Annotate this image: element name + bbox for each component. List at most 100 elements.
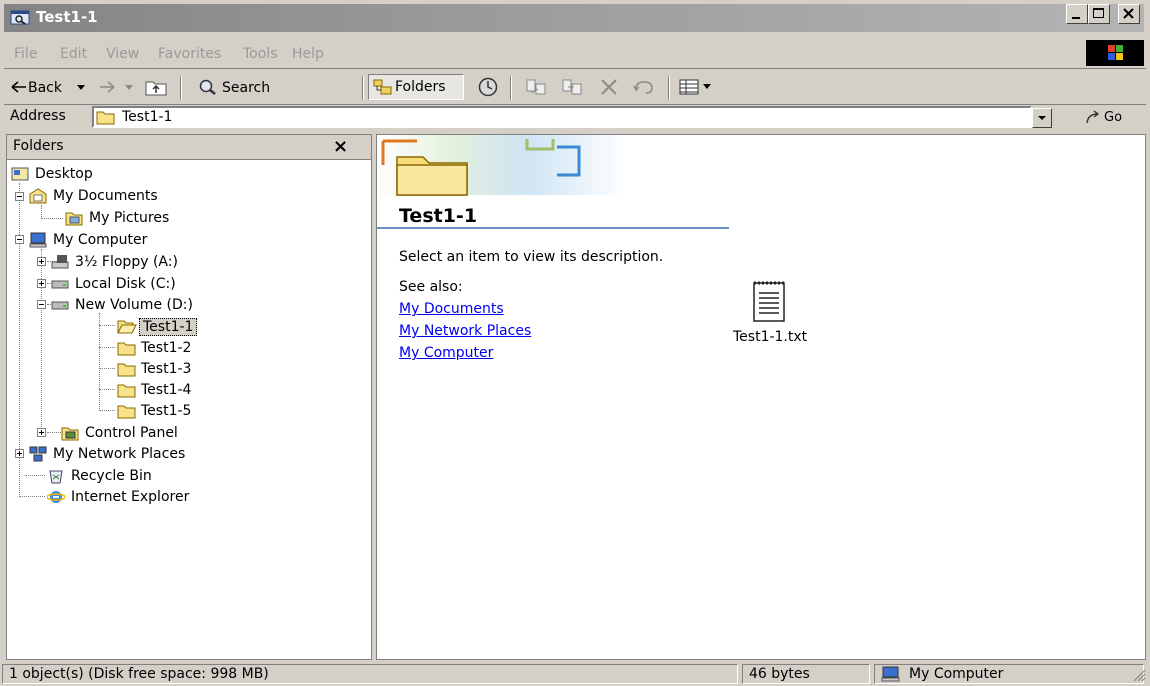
move-to-icon[interactable] xyxy=(524,77,548,101)
collapse-new-volume-icon[interactable] xyxy=(37,300,46,309)
tree-label-my-pictures: My Pictures xyxy=(89,210,170,226)
status-bar: 1 object(s) (Disk free space: 998 MB) 46… xyxy=(0,662,1150,684)
go-button[interactable]: Go xyxy=(1080,106,1140,130)
control-panel-icon xyxy=(61,425,79,441)
maximize-button[interactable] xyxy=(1088,4,1110,24)
resize-grip-icon[interactable] xyxy=(1132,668,1146,686)
close-button[interactable] xyxy=(1118,4,1140,24)
history-icon[interactable] xyxy=(476,76,500,102)
search-button[interactable]: Search xyxy=(190,72,346,102)
tree-label-my-documents: My Documents xyxy=(53,188,158,204)
expand-control-panel-icon[interactable] xyxy=(37,428,46,437)
my-documents-icon xyxy=(29,188,47,204)
tree-label-test1-3: Test1-3 xyxy=(141,361,192,377)
tree-label-local-disk-c: Local Disk (C:) xyxy=(75,276,176,292)
internet-explorer-icon xyxy=(46,489,66,505)
minimize-button[interactable] xyxy=(1066,4,1088,24)
status-objects: 1 object(s) (Disk free space: 998 MB) xyxy=(2,664,738,684)
hard-disk-icon xyxy=(51,276,69,292)
floppy-drive-icon xyxy=(51,254,69,270)
folders-pane-close-button[interactable]: × xyxy=(333,136,348,157)
folder-title-heading: Test1-1 xyxy=(399,205,478,227)
tree-label-floppy-a: 3½ Floppy (A:) xyxy=(75,254,178,270)
tree-label-test1-1: Test1-1 xyxy=(139,318,198,336)
collapse-my-documents-icon[interactable] xyxy=(15,192,24,201)
address-value: Test1-1 xyxy=(122,109,173,125)
folder-banner-graphic xyxy=(377,135,737,199)
window-title: Test1-1 xyxy=(36,8,98,26)
tree-label-test1-2: Test1-2 xyxy=(141,340,192,356)
back-label: Back xyxy=(28,80,62,96)
hard-disk-icon xyxy=(51,297,69,313)
file-name-label: Test1-1.txt xyxy=(733,329,808,345)
title-bar-caption[interactable]: Test1-1 xyxy=(4,4,1144,32)
standard-toolbar: Back Search Folders xyxy=(4,72,1146,105)
folders-button[interactable]: Folders xyxy=(368,74,464,100)
folder-icon xyxy=(117,361,136,377)
up-folder-button[interactable] xyxy=(144,77,168,101)
status-zone-label: My Computer xyxy=(909,666,1004,682)
tree-label-control-panel: Control Panel xyxy=(85,425,178,441)
menu-file[interactable]: File xyxy=(14,46,37,62)
recycle-bin-icon xyxy=(47,468,65,484)
content-pane[interactable]: Test1-1 Select an item to view its descr… xyxy=(376,134,1146,660)
folder-icon xyxy=(117,340,136,356)
back-button[interactable]: Back xyxy=(6,72,138,102)
tree-label-internet-explorer: Internet Explorer xyxy=(71,489,190,505)
folders-label: Folders xyxy=(395,79,446,95)
folders-pane-header: Folders × xyxy=(7,135,371,160)
views-dropdown-icon[interactable] xyxy=(702,81,712,97)
expand-network-places-icon[interactable] xyxy=(15,449,24,458)
folders-pane[interactable]: Folders × Desktop My Documents My Pictur… xyxy=(6,134,372,660)
my-computer-icon xyxy=(29,232,47,248)
address-input[interactable]: Test1-1 xyxy=(92,106,1032,128)
tree-label-test1-5: Test1-5 xyxy=(141,403,192,419)
status-size: 46 bytes xyxy=(742,664,870,684)
menu-bar: File Edit View Favorites Tools Help xyxy=(4,40,1146,69)
network-places-icon xyxy=(29,446,47,462)
description-text: Select an item to view its description. xyxy=(399,249,664,265)
menu-tools[interactable]: Tools xyxy=(243,46,278,62)
link-my-computer[interactable]: My Computer xyxy=(399,345,493,361)
tree-label-my-network-places: My Network Places xyxy=(53,446,186,462)
text-file-icon xyxy=(751,279,789,327)
address-dropdown-button[interactable] xyxy=(1032,108,1052,128)
link-my-network-places[interactable]: My Network Places xyxy=(399,323,531,339)
menu-favorites[interactable]: Favorites xyxy=(158,46,221,62)
tree-label-new-volume-d: New Volume (D:) xyxy=(75,297,193,313)
menu-help[interactable]: Help xyxy=(292,46,324,62)
forward-arrow-icon[interactable] xyxy=(98,79,116,99)
folders-pane-title: Folders xyxy=(13,138,64,154)
go-label: Go xyxy=(1104,110,1123,125)
forward-dropdown-icon[interactable] xyxy=(124,80,134,98)
title-bar[interactable]: Test1-1 xyxy=(0,0,1150,36)
search-icon xyxy=(198,78,218,100)
my-pictures-icon xyxy=(65,210,83,226)
link-my-documents[interactable]: My Documents xyxy=(399,301,504,317)
open-folder-icon xyxy=(117,318,137,334)
back-dropdown-icon[interactable] xyxy=(76,80,86,98)
menu-edit[interactable]: Edit xyxy=(60,46,87,62)
collapse-my-computer-icon[interactable] xyxy=(15,235,24,244)
expand-floppy-icon[interactable] xyxy=(37,257,46,266)
windows-logo-icon xyxy=(1086,40,1144,66)
folders-tree-icon xyxy=(373,78,393,100)
delete-icon[interactable] xyxy=(598,77,620,101)
folder-icon xyxy=(117,403,136,419)
views-icon[interactable] xyxy=(678,78,700,100)
my-computer-zone-icon xyxy=(881,666,901,683)
file-item-test1-1-txt[interactable]: Test1-1.txt xyxy=(729,277,839,347)
tree-label-recycle-bin: Recycle Bin xyxy=(71,468,152,484)
status-zone: My Computer xyxy=(874,664,1144,684)
back-arrow-icon xyxy=(10,79,28,99)
address-bar: Address Test1-1 Go xyxy=(4,104,1146,132)
go-arrow-icon xyxy=(1084,109,1102,131)
copy-to-icon[interactable] xyxy=(560,77,584,101)
menu-view[interactable]: View xyxy=(106,46,139,62)
see-also-label: See also: xyxy=(399,279,463,295)
explorer-window-icon[interactable] xyxy=(10,10,30,26)
search-label: Search xyxy=(222,80,271,96)
undo-icon[interactable] xyxy=(632,77,656,101)
expand-local-disk-icon[interactable] xyxy=(37,279,46,288)
desktop-icon xyxy=(11,166,29,182)
